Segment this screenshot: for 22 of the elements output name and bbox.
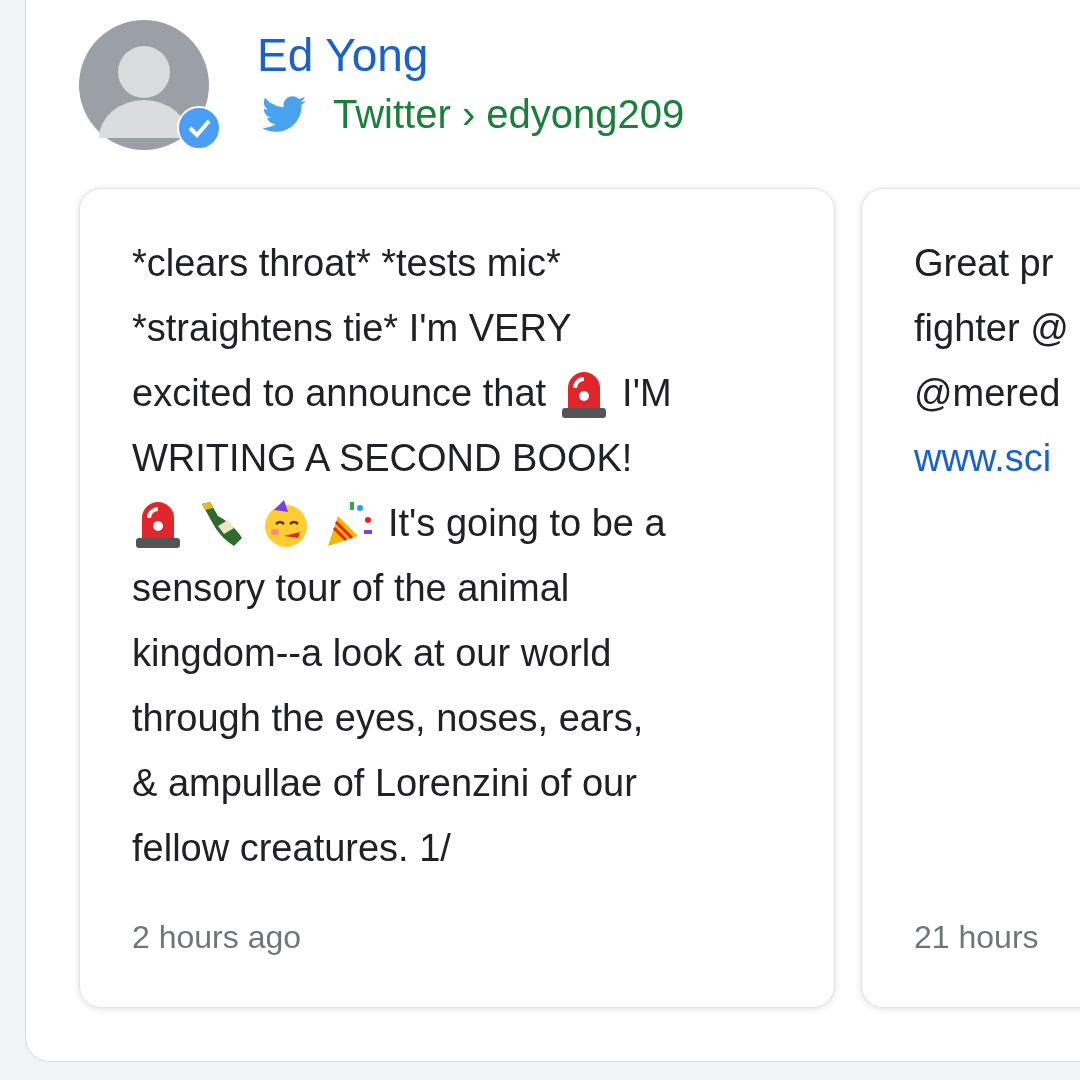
tweet-link[interactable]: www.sci <box>914 426 1052 491</box>
tweet-text: WRITING A SECOND BOOK! <box>132 436 633 481</box>
tweet-text: @mered <box>914 371 1061 416</box>
tweet-card[interactable] <box>79 188 835 1008</box>
source-path: Twitter › edyong209 <box>333 91 685 138</box>
tweet-text: excited to announce that <box>132 371 547 416</box>
tweet-text: fellow creatures. 1/ <box>132 826 451 871</box>
tweet-text: Great pr <box>914 241 1054 286</box>
tweet-text: kingdom--a look at our world <box>132 631 612 676</box>
tweet-time: 2 hours ago <box>132 918 302 957</box>
tweet-text: *straightens tie* I'm VERY <box>132 306 572 351</box>
tweet-text: through the eyes, noses, ears, <box>132 696 644 741</box>
tweet-time: 21 hours <box>914 918 1040 957</box>
tweet-text: *clears throat* *tests mic* <box>132 241 561 286</box>
tweet-card[interactable]: Great pr fighter @ @mered www.sci 21 hours <box>861 188 1080 1008</box>
tweet-text: sensory tour of the animal <box>132 566 570 611</box>
tweet-text: & ampullae of Lorenzini of our <box>132 761 637 806</box>
profile-name[interactable]: Ed Yong <box>257 26 685 84</box>
tweet-text: I'M <box>622 371 672 416</box>
tweet-text: fighter @ <box>914 306 1069 351</box>
avatar[interactable] <box>79 20 209 150</box>
tweet-text: It's going to be a <box>388 501 666 546</box>
